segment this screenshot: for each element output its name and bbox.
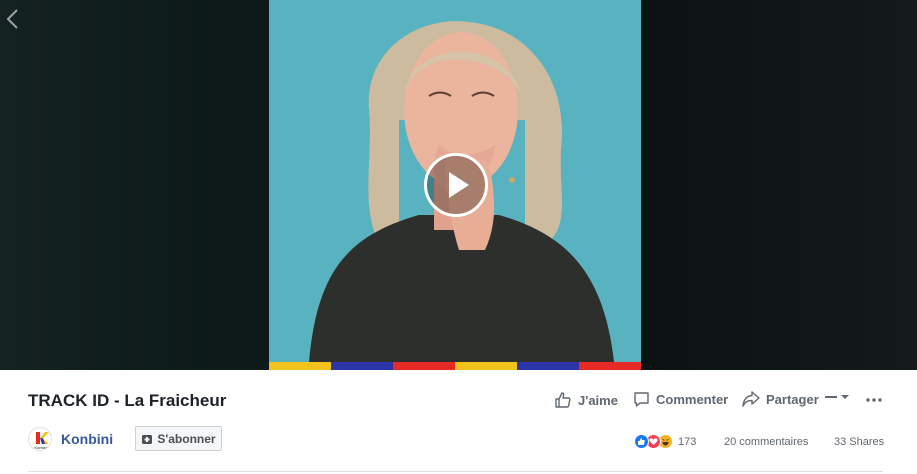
video-title: TRACK ID - La Fraicheur: [28, 391, 227, 410]
like-reaction-icon: [634, 434, 649, 449]
stripe-segment: [393, 362, 455, 370]
comment-icon: [634, 392, 649, 407]
stripe-segment: [517, 362, 579, 370]
shares-count-link[interactable]: 33 Shares: [834, 436, 884, 448]
section-divider: [28, 471, 883, 472]
like-button[interactable]: J'aime: [554, 391, 618, 409]
thumbs-up-icon: [555, 392, 571, 408]
stripe-segment: [331, 362, 393, 370]
page-identity: Konbini Konbini: [28, 427, 113, 451]
audience-dropdown-icon: [825, 395, 849, 399]
stripe-segment: [269, 362, 331, 370]
comments-count-link[interactable]: 20 commentaires: [724, 436, 808, 448]
share-button[interactable]: Partager: [742, 391, 819, 407]
logo-wordmark: Konbini: [34, 445, 47, 450]
share-icon: [742, 391, 760, 407]
back-arrow-icon[interactable]: [4, 8, 22, 30]
audience-selector[interactable]: [824, 391, 850, 403]
video-player[interactable]: [0, 0, 917, 370]
more-options-icon[interactable]: [866, 397, 882, 403]
page-avatar[interactable]: Konbini: [28, 427, 52, 451]
comment-label: Commenter: [656, 392, 729, 407]
play-button[interactable]: [424, 153, 488, 217]
konbini-logo-icon: Konbini: [34, 432, 49, 450]
page-name-link[interactable]: Konbini: [61, 431, 113, 447]
share-label: Partager: [766, 391, 819, 407]
play-icon: [449, 172, 469, 198]
reactions-summary[interactable]: 173: [634, 434, 696, 449]
subscribe-button[interactable]: S'abonner: [135, 426, 222, 451]
like-label: J'aime: [578, 392, 618, 408]
brand-color-stripe: [269, 362, 641, 370]
subscribe-label: S'abonner: [157, 431, 216, 446]
reactions-count: 173: [678, 435, 697, 448]
comment-button[interactable]: Commenter: [633, 391, 728, 408]
subscribe-icon: [142, 434, 153, 444]
video-info-panel: TRACK ID - La Fraicheur: [0, 370, 917, 474]
stripe-segment: [455, 362, 517, 370]
stripe-segment: [579, 362, 641, 370]
